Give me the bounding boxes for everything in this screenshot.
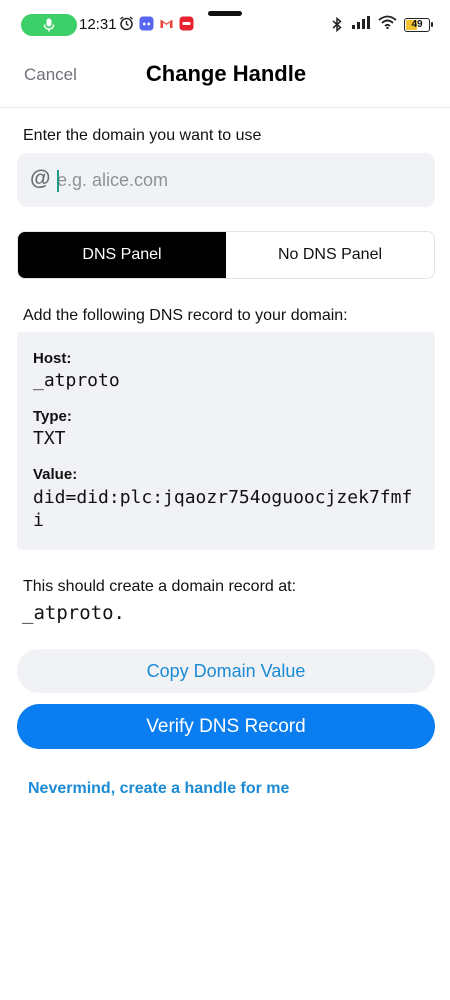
- bluetooth-icon: [329, 17, 344, 32]
- page-title: Change Handle: [145, 61, 307, 86]
- dns-mode-toggle: DNS Panel No DNS Panel: [17, 231, 435, 279]
- host-value: _atproto: [33, 370, 120, 391]
- battery-level: 49: [411, 19, 423, 30]
- tab-dns-panel[interactable]: DNS Panel: [18, 232, 226, 278]
- type-value: TXT: [33, 428, 66, 449]
- status-time: 12:31: [79, 16, 117, 33]
- dns-record-box: Host: _atproto Type: TXT Value: did=did:…: [17, 332, 435, 550]
- value-value: did=did:plc:jqaozr754oguoocjzek7fmfi: [33, 487, 413, 531]
- app-icon: [179, 16, 194, 31]
- battery-icon: 49: [404, 17, 433, 32]
- nevermind-link[interactable]: Nevermind, create a handle for me: [28, 780, 289, 798]
- domain-prompt: Enter the domain you want to use: [23, 127, 262, 144]
- type-label: Type:: [33, 408, 72, 425]
- wifi-icon: [378, 15, 397, 34]
- dns-instructions: Add the following DNS record to your dom…: [23, 307, 348, 324]
- domain-record-label: This should create a domain record at:: [23, 578, 297, 595]
- text-cursor: [57, 170, 59, 192]
- camera-notch: [208, 11, 242, 16]
- status-bar: 12:31 49: [0, 0, 450, 50]
- microphone-icon: [43, 18, 55, 32]
- at-sign-icon: @: [30, 167, 51, 190]
- value-label: Value:: [33, 466, 78, 483]
- system-icons: 49: [329, 15, 433, 34]
- verify-dns-record-button[interactable]: Verify DNS Record: [17, 704, 435, 749]
- header: Cancel Change Handle: [0, 50, 450, 108]
- alarm-icon: [119, 16, 134, 31]
- host-label: Host:: [33, 350, 72, 367]
- gmail-icon: [159, 16, 174, 31]
- microphone-indicator[interactable]: [21, 14, 77, 36]
- tab-no-dns-panel[interactable]: No DNS Panel: [226, 232, 434, 278]
- domain-input[interactable]: [57, 163, 417, 197]
- domain-record-value: _atproto.: [22, 602, 125, 624]
- signal-icon: [351, 15, 371, 34]
- domain-input-container[interactable]: @: [17, 153, 435, 207]
- notification-icons: [119, 16, 194, 31]
- discord-icon: [139, 16, 154, 31]
- copy-domain-value-button[interactable]: Copy Domain Value: [17, 649, 435, 693]
